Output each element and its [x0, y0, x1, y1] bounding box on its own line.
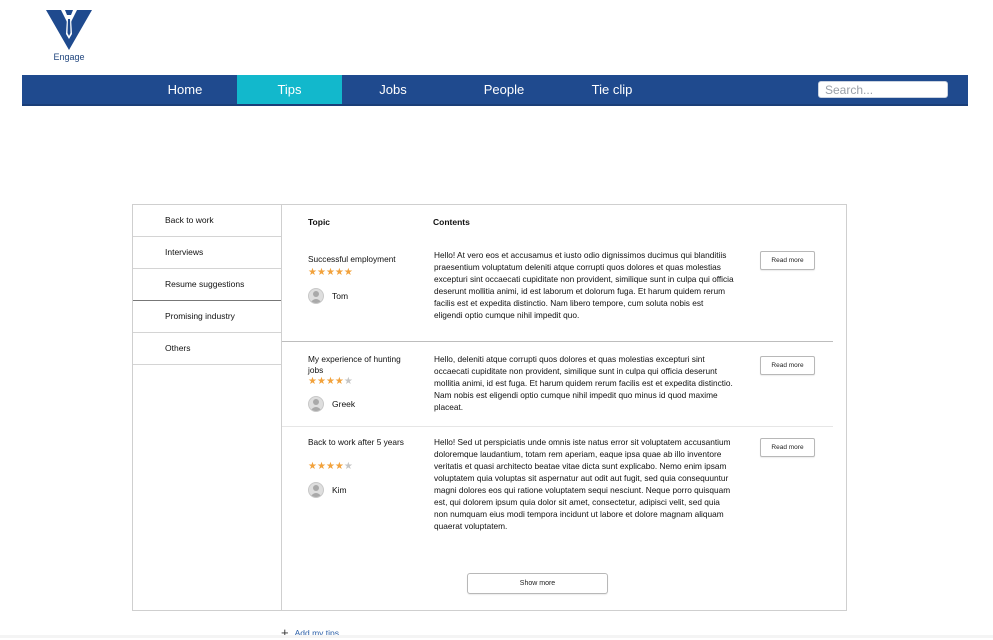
- tip-title[interactable]: Successful employment: [308, 254, 416, 265]
- show-more-button[interactable]: Show more: [467, 573, 608, 594]
- nav-people[interactable]: People: [454, 75, 554, 104]
- sidebar-item-interviews[interactable]: Interviews: [133, 237, 281, 269]
- rating-stars: ★★★★★: [308, 268, 353, 278]
- star-filled-icon: ★: [325, 461, 335, 472]
- user-icon: [310, 399, 322, 411]
- star-filled-icon: ★: [316, 267, 326, 278]
- star-filled-icon: ★: [316, 461, 326, 472]
- tip-body: Hello! Sed ut perspiciatis unde omnis is…: [434, 437, 731, 531]
- tips-list: Topic Contents Successful employment ★★★…: [281, 205, 846, 610]
- sidebar-item-resume-suggestions[interactable]: Resume suggestions: [133, 269, 281, 301]
- logo[interactable]: Engage: [44, 6, 94, 64]
- read-more-button[interactable]: Read more: [760, 438, 815, 457]
- nav-tips[interactable]: Tips: [237, 75, 342, 104]
- tip-body: Hello! At vero eos et accusamus et iusto…: [434, 250, 734, 320]
- nav-tie-clip[interactable]: Tie clip: [562, 75, 662, 104]
- star-filled-icon: ★: [334, 376, 344, 387]
- author-name: Tom: [332, 291, 349, 301]
- tip-body: Hello, deleniti atque corrupti quos dolo…: [434, 354, 733, 412]
- avatar: [308, 396, 324, 412]
- rating-stars: ★★★★★: [308, 377, 353, 387]
- star-filled-icon: ★: [343, 267, 353, 278]
- tip-title[interactable]: Back to work after 5 years: [308, 437, 416, 448]
- user-icon: [310, 485, 322, 497]
- contents-column-header: Contents: [433, 217, 470, 227]
- search-input[interactable]: [818, 81, 948, 98]
- brand-name: Engage: [53, 52, 85, 62]
- rating-stars: ★★★★★: [308, 462, 353, 472]
- tips-panel: Back to work Interviews Resume suggestio…: [132, 204, 847, 611]
- sidebar-item-others[interactable]: Others: [133, 333, 281, 365]
- user-icon: [310, 291, 322, 303]
- star-filled-icon: ★: [308, 461, 317, 472]
- author-name: Greek: [332, 399, 356, 409]
- star-filled-icon: ★: [308, 267, 317, 278]
- read-more-button[interactable]: Read more: [760, 251, 815, 270]
- topic-column-header: Topic: [308, 217, 331, 227]
- star-empty-icon: ★: [343, 376, 353, 387]
- star-filled-icon: ★: [334, 461, 344, 472]
- tip-title[interactable]: My experience of hunting jobs: [308, 354, 416, 376]
- read-more-button[interactable]: Read more: [760, 356, 815, 375]
- row-divider: [282, 341, 833, 342]
- avatar: [308, 288, 324, 304]
- star-empty-icon: ★: [343, 461, 353, 472]
- sidebar-item-promising-industry[interactable]: Promising industry: [133, 301, 281, 333]
- avatar: [308, 482, 324, 498]
- category-sidebar: Back to work Interviews Resume suggestio…: [133, 205, 281, 365]
- engage-logo-icon: [46, 10, 92, 50]
- star-filled-icon: ★: [316, 376, 326, 387]
- sidebar-item-back-to-work[interactable]: Back to work: [133, 205, 281, 237]
- star-filled-icon: ★: [325, 267, 335, 278]
- nav-jobs[interactable]: Jobs: [342, 75, 444, 104]
- row-divider: [282, 426, 833, 427]
- star-filled-icon: ★: [308, 376, 317, 387]
- star-filled-icon: ★: [325, 376, 335, 387]
- main-navbar: Home Tips Jobs People Tie clip: [22, 75, 968, 106]
- author-name: Kim: [332, 485, 347, 495]
- nav-home[interactable]: Home: [128, 75, 242, 104]
- star-filled-icon: ★: [334, 267, 344, 278]
